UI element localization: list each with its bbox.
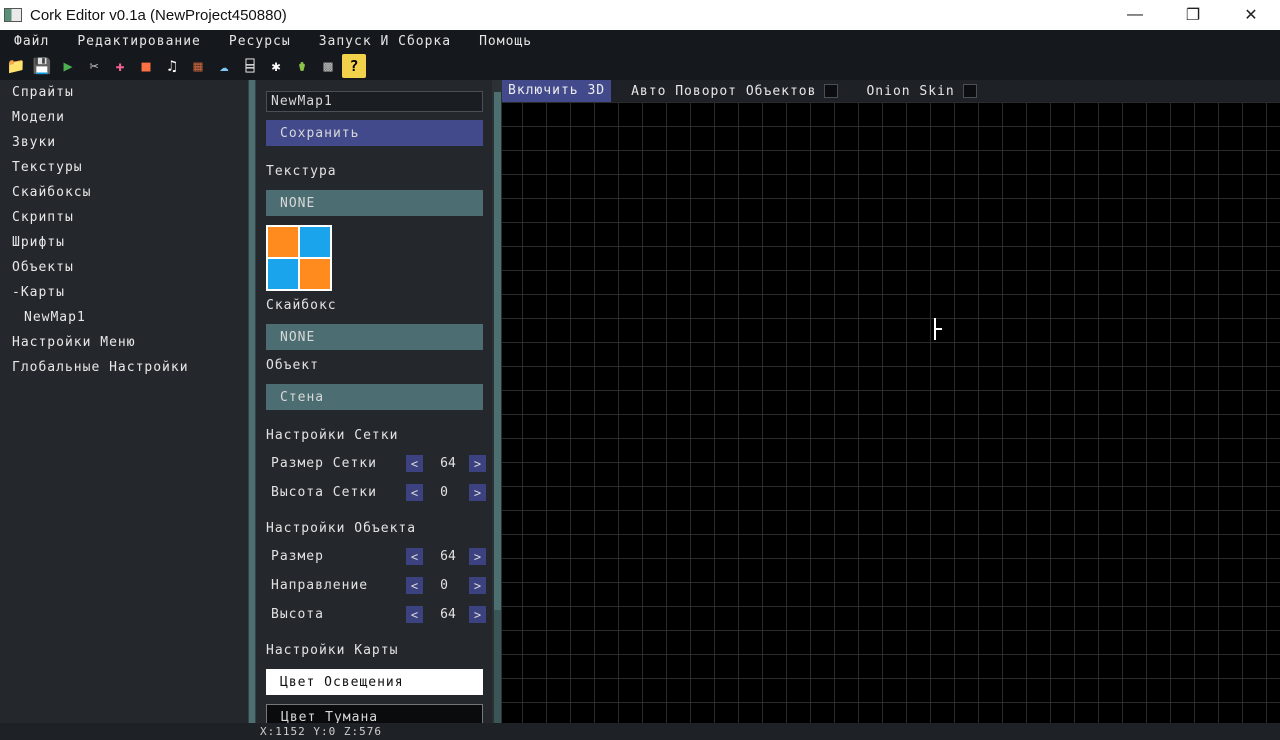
object-size-increment-button[interactable]: > (469, 548, 486, 565)
properties-scroll-thumb[interactable] (494, 92, 501, 610)
light-color-button[interactable]: Цвет Освещения (266, 669, 483, 695)
object-direction-decrement-button[interactable]: < (406, 577, 423, 594)
add-model-icon[interactable]: ✚ (108, 54, 132, 78)
sidebar-scrollbar[interactable] (248, 80, 256, 723)
map-name-input[interactable]: NewMap1 (266, 91, 483, 112)
help-icon[interactable]: ? (342, 54, 366, 78)
object-size-label: Размер (271, 549, 324, 564)
object-height-label: Высота (271, 607, 324, 622)
sidebar-item-sounds[interactable]: Звуки (0, 130, 248, 155)
object-size-value: 64 (440, 549, 456, 564)
sidebar-item-global-settings[interactable]: Глобальные Настройки (0, 355, 248, 380)
folder-open-icon[interactable]: 📁 (4, 54, 28, 78)
object-height-decrement-button[interactable]: < (406, 606, 423, 623)
grid-height-value: 0 (440, 485, 448, 500)
map-properties-panel: NewMap1 Сохранить Текстура NONE Скайбокс… (256, 80, 492, 723)
sidebar-item-menu-settings[interactable]: Настройки Меню (0, 330, 248, 355)
auto-rotate-label: Авто Поворот Объектов (631, 83, 817, 99)
texture-select[interactable]: NONE (266, 190, 483, 216)
grid-height-increment-button[interactable]: > (469, 484, 486, 501)
sidebar-item-maps[interactable]: -Карты (0, 280, 248, 305)
close-button[interactable]: ✕ (1222, 0, 1280, 30)
add-object-icon[interactable]: ■ (134, 54, 158, 78)
object-direction-label: Направление (271, 578, 369, 593)
placement-cursor (934, 318, 942, 340)
maximize-button[interactable]: ❐ (1164, 0, 1222, 30)
object-direction-increment-button[interactable]: > (469, 577, 486, 594)
menu-bar: Файл Редактирование Ресурсы Запуск И Сбо… (0, 30, 1280, 52)
auto-rotate-checkbox[interactable] (824, 84, 839, 98)
menu-edit[interactable]: Редактирование (63, 34, 215, 49)
sidebar-item-fonts[interactable]: Шрифты (0, 230, 248, 255)
sidebar-item-textures[interactable]: Текстуры (0, 155, 248, 180)
grid-height-decrement-button[interactable]: < (406, 484, 423, 501)
sidebar-scroll-thumb[interactable] (249, 80, 255, 723)
add-script-icon[interactable]: ⌸ (238, 54, 262, 78)
object-height-value: 64 (440, 607, 456, 622)
minimize-button[interactable]: — (1106, 0, 1164, 30)
onion-skin-label: Onion Skin (866, 83, 955, 99)
save-button[interactable]: Сохранить (266, 120, 483, 146)
map-settings-heading: Настройки Карты (266, 643, 399, 658)
menu-help[interactable]: Помощь (465, 34, 546, 49)
skybox-label: Скайбокс (266, 298, 337, 313)
grid-size-increment-button[interactable]: > (469, 455, 486, 472)
sidebar-item-models[interactable]: Модели (0, 105, 248, 130)
add-object-pot-icon[interactable]: ⚱ (290, 54, 314, 78)
grid-size-decrement-button[interactable]: < (406, 455, 423, 472)
sidebar-item-skyboxes[interactable]: Скайбоксы (0, 180, 248, 205)
object-select[interactable]: Стена (266, 384, 483, 410)
enable-3d-button[interactable]: Включить 3D (502, 80, 612, 102)
menu-run-build[interactable]: Запуск И Сборка (305, 34, 465, 49)
run-build-icon[interactable]: ▶ (56, 54, 80, 78)
grid-height-label: Высота Сетки (271, 485, 377, 500)
sidebar-item-scripts[interactable]: Скрипты (0, 205, 248, 230)
fog-color-button[interactable]: Цвет Тумана (266, 704, 483, 723)
properties-scroll-track (494, 610, 501, 723)
add-skybox-icon[interactable]: ☁ (212, 54, 236, 78)
map-viewport-grid[interactable] (502, 80, 1280, 723)
viewport-toolbar: Включить 3D Авто Поворот Объектов Onion … (502, 80, 1280, 102)
sprite-tool-icon[interactable]: ✂ (82, 54, 106, 78)
status-bar: X:1152 Y:0 Z:576 (0, 723, 1280, 740)
grid-size-value: 64 (440, 456, 456, 471)
add-sound-icon[interactable]: ♫ (160, 54, 184, 78)
menu-file[interactable]: Файл (0, 34, 63, 49)
object-size-decrement-button[interactable]: < (406, 548, 423, 565)
save-icon[interactable]: 💾 (30, 54, 54, 78)
toolbar: 📁 💾 ▶ ✂ ✚ ■ ♫ ▦ ☁ ⌸ ✱ ⚱ ▩? (0, 52, 1280, 80)
app-icon (4, 8, 22, 22)
add-map-icon[interactable]: ▩ (316, 54, 340, 78)
object-height-increment-button[interactable]: > (469, 606, 486, 623)
add-texture-icon[interactable]: ▦ (186, 54, 210, 78)
object-settings-heading: Настройки Объекта (266, 521, 417, 536)
grid-size-label: Размер Сетки (271, 456, 377, 471)
object-label: Объект (266, 358, 319, 373)
cursor-coordinates: X:1152 Y:0 Z:576 (260, 725, 382, 738)
title-bar: Cork Editor v0.1a (NewProject450880) — ❐… (0, 0, 1280, 30)
onion-skin-checkbox[interactable] (962, 84, 977, 98)
add-font-icon[interactable]: ✱ (264, 54, 288, 78)
object-direction-value: 0 (440, 578, 448, 593)
window-controls: — ❐ ✕ (1106, 0, 1280, 30)
properties-scrollbar[interactable] (492, 80, 502, 723)
grid-settings-heading: Настройки Сетки (266, 428, 399, 443)
texture-label: Текстура (266, 164, 337, 179)
resource-tree: Спрайты Модели Звуки Текстуры Скайбоксы … (0, 80, 248, 723)
sidebar-item-newmap1[interactable]: NewMap1 (0, 305, 248, 330)
sidebar-item-sprites[interactable]: Спрайты (0, 80, 248, 105)
menu-resources[interactable]: Ресурсы (215, 34, 305, 49)
window-title: Cork Editor v0.1a (NewProject450880) (30, 6, 287, 24)
skybox-select[interactable]: NONE (266, 324, 483, 350)
sidebar-item-objects[interactable]: Объекты (0, 255, 248, 280)
texture-preview (266, 225, 332, 291)
